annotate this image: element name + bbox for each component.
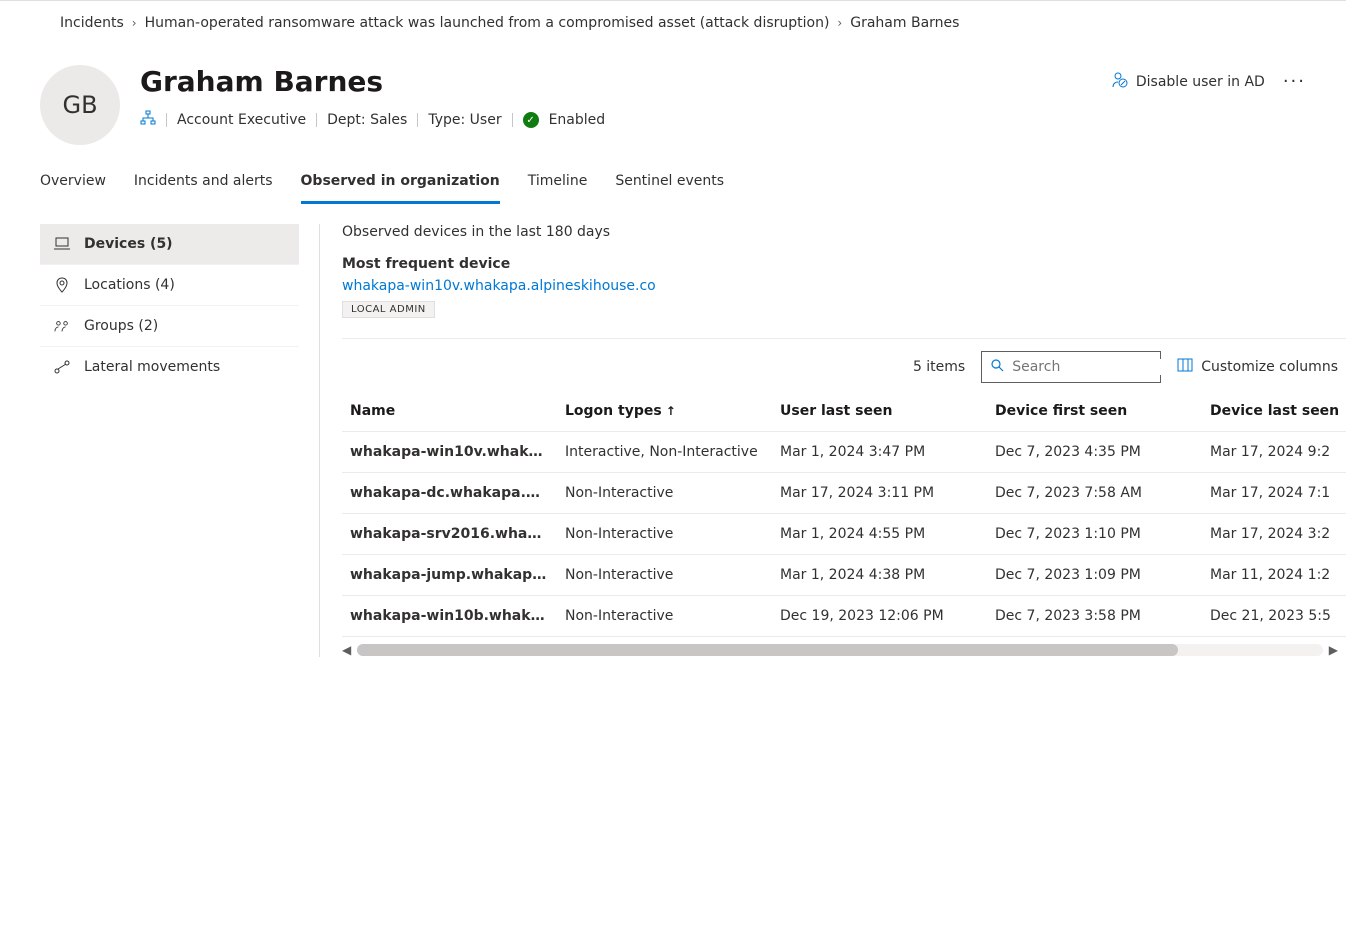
breadcrumb-user[interactable]: Graham Barnes	[850, 15, 959, 31]
cell-dev-last: Dec 21, 2023 5:5	[1202, 596, 1346, 637]
cell-dev-last: Mar 17, 2024 9:2	[1202, 432, 1346, 473]
side-lateral[interactable]: Lateral movements	[40, 347, 299, 387]
devices-table: Name Logon types↑ User last seen Device …	[342, 391, 1346, 637]
cell-user-last: Mar 1, 2024 3:47 PM	[772, 432, 987, 473]
tab-incidents[interactable]: Incidents and alerts	[134, 173, 273, 204]
tab-overview[interactable]: Overview	[40, 173, 106, 204]
horizontal-scrollbar[interactable]: ◀ ▶	[342, 637, 1346, 657]
observed-label: Observed devices in the last 180 days	[342, 224, 1346, 240]
col-name[interactable]: Name	[342, 391, 557, 432]
search-input[interactable]	[1012, 359, 1186, 375]
user-meta: Account Executive Dept: Sales Type: User…	[140, 110, 1092, 130]
side-devices-label: Devices (5)	[84, 236, 173, 252]
cell-name: whakapa-srv2016.whakapa.alpi…	[342, 514, 557, 555]
most-frequent-label: Most frequent device	[342, 256, 1346, 272]
user-dept: Dept: Sales	[327, 112, 407, 128]
local-admin-badge: LOCAL ADMIN	[342, 301, 435, 318]
scroll-track[interactable]	[357, 644, 1323, 656]
table-row[interactable]: whakapa-srv2016.whakapa.alpi…Non-Interac…	[342, 514, 1346, 555]
summary-block: Observed devices in the last 180 days Mo…	[342, 224, 1346, 338]
side-lateral-label: Lateral movements	[84, 359, 220, 375]
table-row[interactable]: whakapa-dc.whakapa.alpineski…Non-Interac…	[342, 473, 1346, 514]
customize-columns-label: Customize columns	[1201, 359, 1338, 375]
cell-user-last: Mar 1, 2024 4:55 PM	[772, 514, 987, 555]
col-dev-first[interactable]: Device first seen	[987, 391, 1202, 432]
group-icon	[54, 319, 70, 333]
side-devices[interactable]: Devices (5)	[40, 224, 299, 265]
side-groups-label: Groups (2)	[84, 318, 158, 334]
more-button[interactable]: ···	[1283, 71, 1306, 92]
customize-columns[interactable]: Customize columns	[1177, 358, 1338, 376]
cell-dev-first: Dec 7, 2023 1:10 PM	[987, 514, 1202, 555]
sort-asc-icon: ↑	[666, 404, 676, 418]
lateral-icon	[54, 360, 70, 374]
columns-icon	[1177, 358, 1193, 376]
disable-user-button[interactable]: Disable user in AD	[1112, 72, 1265, 92]
org-icon	[140, 110, 156, 130]
table-row[interactable]: whakapa-win10b.whakapa.alpin…Non-Interac…	[342, 596, 1346, 637]
cell-dev-first: Dec 7, 2023 4:35 PM	[987, 432, 1202, 473]
side-locations-label: Locations (4)	[84, 277, 175, 293]
cell-dev-first: Dec 7, 2023 7:58 AM	[987, 473, 1202, 514]
scroll-left-icon[interactable]: ◀	[342, 643, 351, 657]
cell-user-last: Mar 17, 2024 3:11 PM	[772, 473, 987, 514]
side-locations[interactable]: Locations (4)	[40, 265, 299, 306]
table-row[interactable]: whakapa-jump.whakapa.alpine…Non-Interact…	[342, 555, 1346, 596]
cell-name: whakapa-dc.whakapa.alpineski…	[342, 473, 557, 514]
most-frequent-link[interactable]: whakapa-win10v.whakapa.alpineskihouse.co	[342, 278, 656, 294]
cell-dev-first: Dec 7, 2023 1:09 PM	[987, 555, 1202, 596]
breadcrumb: Incidents › Human-operated ransomware at…	[0, 1, 1346, 45]
check-icon: ✓	[523, 112, 539, 128]
scroll-thumb[interactable]	[357, 644, 1178, 656]
breadcrumb-incident-name[interactable]: Human-operated ransomware attack was lau…	[145, 15, 830, 31]
cell-name: whakapa-jump.whakapa.alpine…	[342, 555, 557, 596]
person-disable-icon	[1112, 72, 1128, 92]
tab-observed[interactable]: Observed in organization	[301, 173, 500, 204]
side-groups[interactable]: Groups (2)	[40, 306, 299, 347]
cell-user-last: Mar 1, 2024 4:38 PM	[772, 555, 987, 596]
cell-dev-first: Dec 7, 2023 3:58 PM	[987, 596, 1202, 637]
breadcrumb-incidents[interactable]: Incidents	[60, 15, 124, 31]
cell-logon: Non-Interactive	[557, 473, 772, 514]
chevron-right-icon: ›	[837, 16, 842, 30]
cell-dev-last: Mar 11, 2024 1:2	[1202, 555, 1346, 596]
tab-sentinel[interactable]: Sentinel events	[615, 173, 724, 204]
col-logon[interactable]: Logon types↑	[557, 391, 772, 432]
laptop-icon	[54, 237, 70, 251]
disable-user-label: Disable user in AD	[1136, 74, 1265, 90]
table-toolbar: 5 items Customize columns	[342, 338, 1346, 391]
page-header: GB Graham Barnes Account Executive Dept:…	[0, 45, 1346, 145]
cell-logon: Non-Interactive	[557, 555, 772, 596]
chevron-right-icon: ›	[132, 16, 137, 30]
location-icon	[54, 277, 70, 293]
col-user-last[interactable]: User last seen	[772, 391, 987, 432]
tab-timeline[interactable]: Timeline	[528, 173, 588, 204]
table-row[interactable]: whakapa-win10v.whakapa.alpin…Interactive…	[342, 432, 1346, 473]
cell-logon: Non-Interactive	[557, 514, 772, 555]
avatar: GB	[40, 65, 120, 145]
cell-name: whakapa-win10v.whakapa.alpin…	[342, 432, 557, 473]
tabs: Overview Incidents and alerts Observed i…	[0, 145, 1346, 204]
col-dev-last[interactable]: Device last seen	[1202, 391, 1346, 432]
cell-logon: Interactive, Non-Interactive	[557, 432, 772, 473]
page-title: Graham Barnes	[140, 65, 1092, 98]
cell-dev-last: Mar 17, 2024 3:2	[1202, 514, 1346, 555]
user-role: Account Executive	[177, 112, 306, 128]
cell-user-last: Dec 19, 2023 12:06 PM	[772, 596, 987, 637]
items-count: 5 items	[913, 359, 965, 375]
search-box[interactable]	[981, 351, 1161, 383]
cell-name: whakapa-win10b.whakapa.alpin…	[342, 596, 557, 637]
search-icon	[990, 358, 1004, 376]
user-status: Enabled	[549, 112, 606, 128]
scroll-right-icon[interactable]: ▶	[1329, 643, 1338, 657]
user-type: Type: User	[428, 112, 501, 128]
cell-dev-last: Mar 17, 2024 7:1	[1202, 473, 1346, 514]
side-nav: Devices (5) Locations (4) Groups (2) Lat…	[40, 224, 320, 657]
cell-logon: Non-Interactive	[557, 596, 772, 637]
